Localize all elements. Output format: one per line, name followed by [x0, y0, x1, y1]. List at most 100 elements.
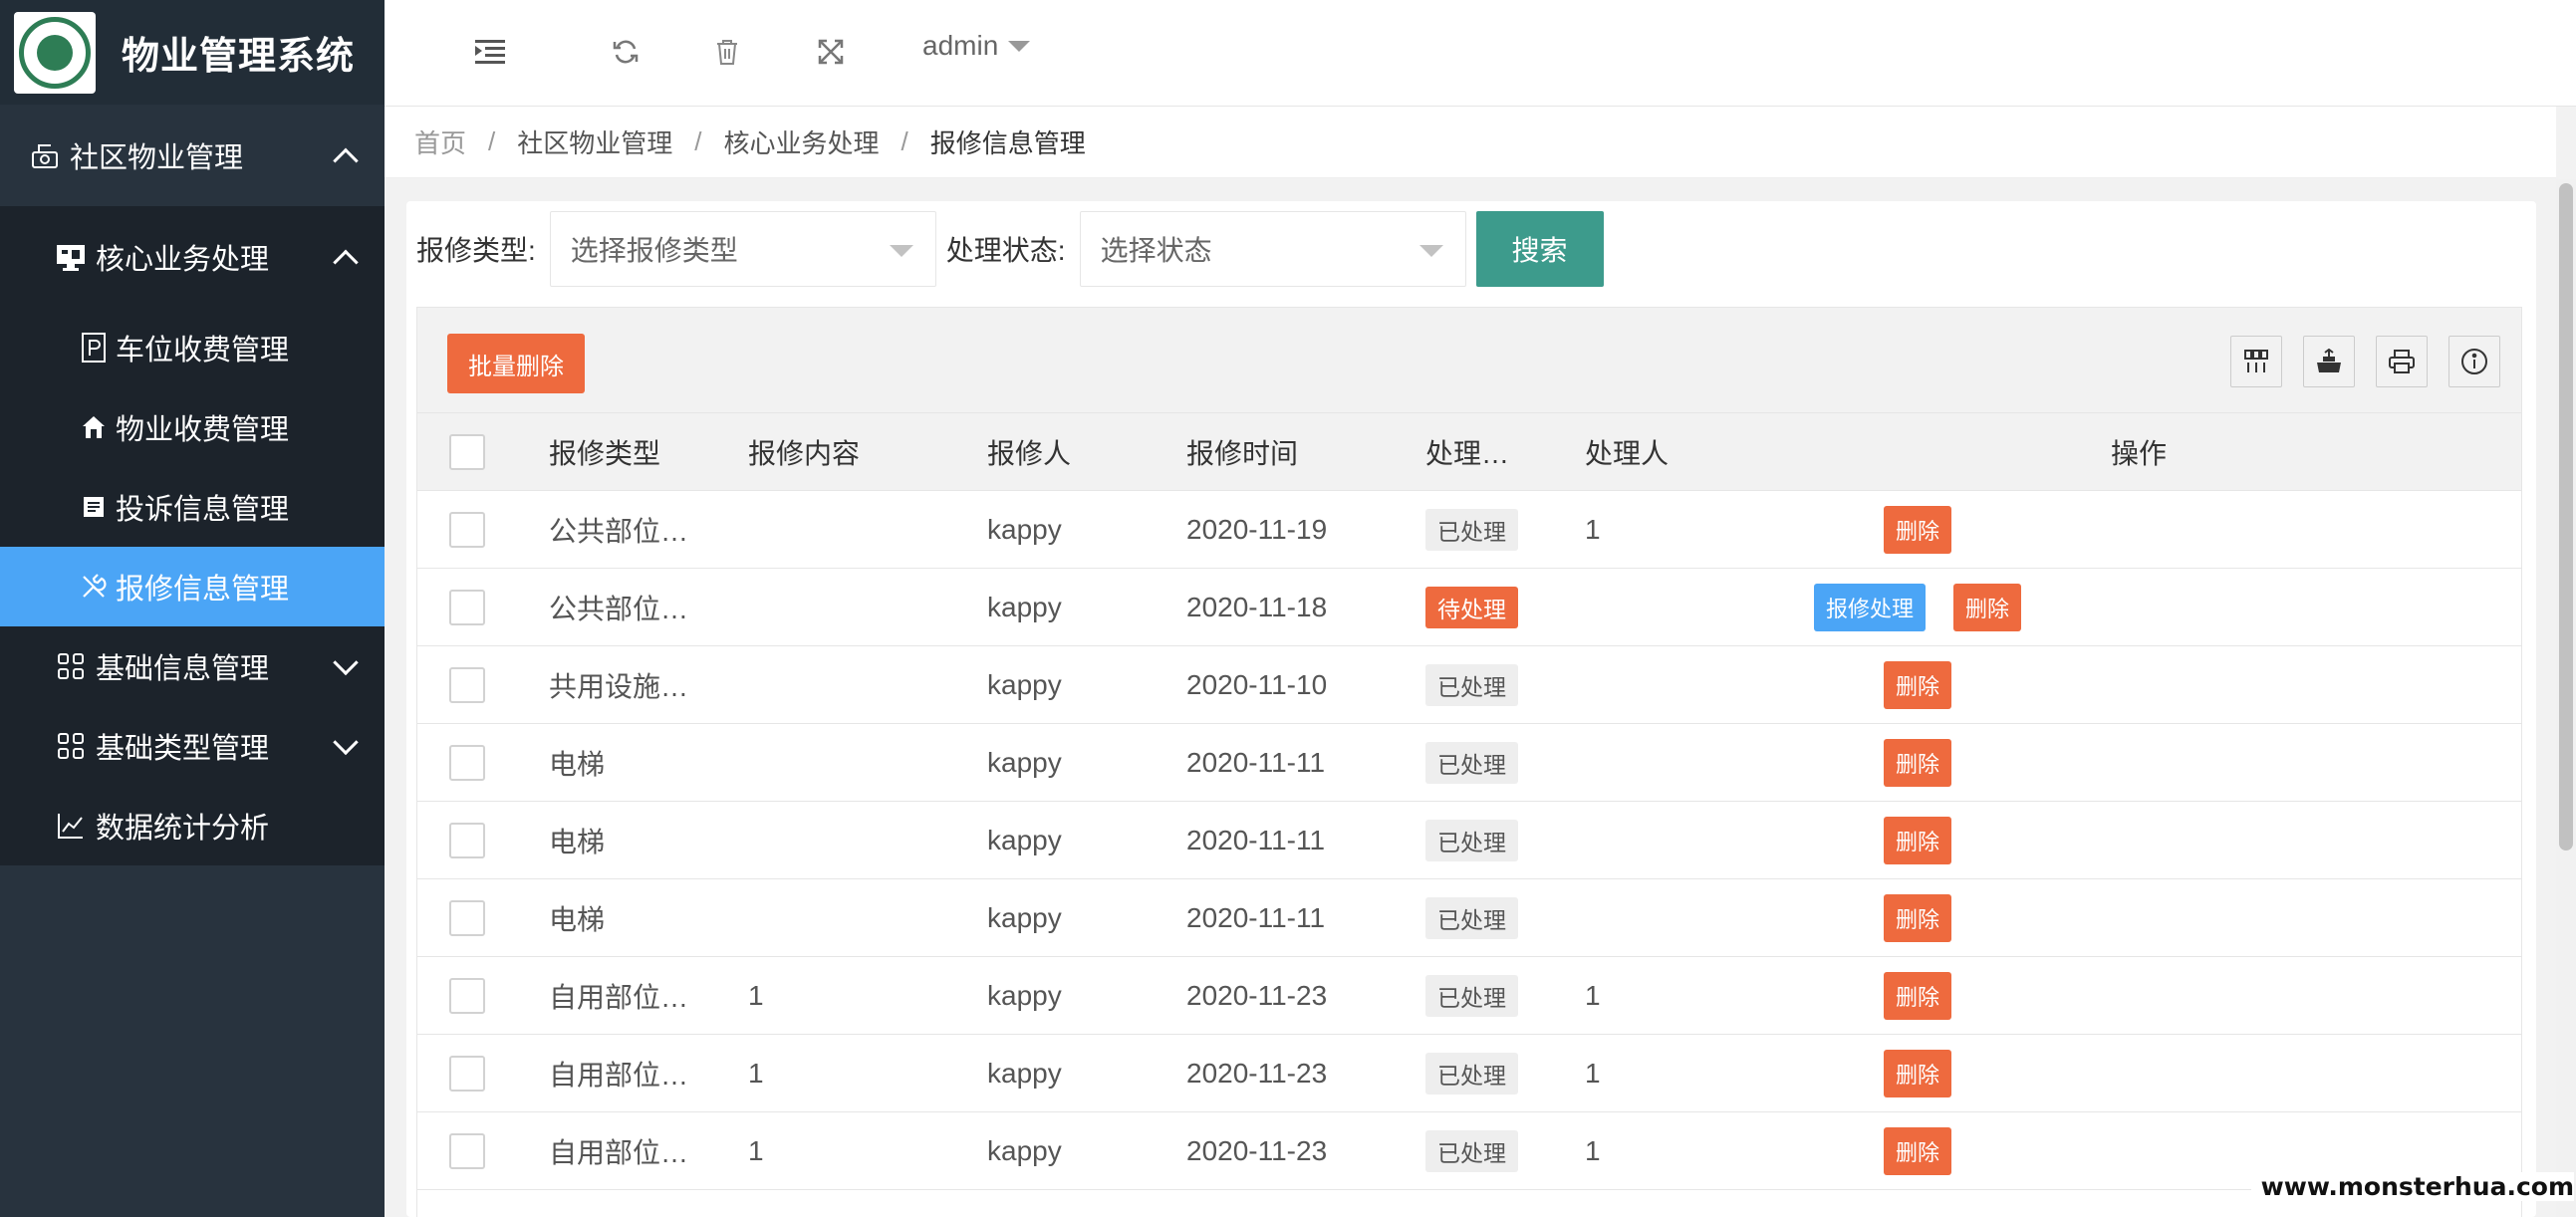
- breadcrumb-item[interactable]: 核心业务处理: [724, 123, 880, 160]
- tools-icon: [78, 571, 110, 603]
- select-all-cell: [449, 413, 485, 490]
- column-header-status[interactable]: 处理…: [1425, 413, 1509, 490]
- row-checkbox-cell: [449, 802, 485, 878]
- row-checkbox[interactable]: [449, 977, 485, 1014]
- search-form: 报修类型: 选择报修类型 处理状态: 选择状态 搜索: [416, 211, 1604, 287]
- cell-time: 2020-11-11: [1186, 901, 1326, 933]
- cell-person: kappy: [987, 979, 1062, 1011]
- select-placeholder: 选择报修类型: [570, 235, 738, 266]
- sidebar-item-property-fee[interactable]: 物业收费管理: [0, 387, 385, 467]
- column-header-handler[interactable]: 处理人: [1585, 413, 1669, 490]
- sidebar-item-label: 物业收费管理: [116, 414, 290, 446]
- username: admin: [922, 30, 999, 61]
- breadcrumb: 首页 / 社区物业管理 / 核心业务处理 / 报修信息管理: [385, 107, 2556, 178]
- home-camera-icon: [28, 138, 62, 172]
- repair-type-select[interactable]: 选择报修类型: [549, 211, 936, 287]
- main-card: 报修类型: 选择报修类型 处理状态: 选择状态 搜索 批量删除 报修类型 报修内…: [406, 201, 2536, 1217]
- delete-button[interactable]: 删除: [1883, 1049, 1951, 1097]
- fullscreen-icon[interactable]: [809, 30, 853, 74]
- column-header-type[interactable]: 报修类型: [549, 413, 660, 490]
- delete-button[interactable]: 删除: [1883, 505, 1951, 554]
- calendar-icon: [78, 491, 110, 523]
- select-all-checkbox[interactable]: [449, 433, 485, 470]
- trash-icon[interactable]: [705, 30, 749, 74]
- breadcrumb-home[interactable]: 首页: [414, 123, 466, 160]
- cell-time: 2020-11-11: [1186, 746, 1326, 778]
- row-checkbox[interactable]: [449, 1132, 485, 1169]
- row-checkbox[interactable]: [449, 589, 485, 625]
- cell-time: 2020-11-23: [1186, 979, 1328, 1011]
- sidebar-subgroup-core[interactable]: 核心业务处理: [0, 206, 385, 308]
- columns-filter-icon[interactable]: [2230, 336, 2282, 387]
- row-checkbox[interactable]: [449, 744, 485, 781]
- refresh-icon[interactable]: [604, 30, 647, 74]
- sidebar-item-label: 投诉信息管理: [116, 494, 290, 526]
- cell-time: 2020-11-23: [1186, 1057, 1328, 1089]
- delete-button[interactable]: 删除: [1953, 583, 2022, 631]
- sidebar-item-complaint[interactable]: 投诉信息管理: [0, 467, 385, 547]
- cell-person: kappy: [987, 746, 1062, 778]
- row-checkbox[interactable]: [449, 511, 485, 548]
- cell-person: kappy: [987, 591, 1062, 622]
- row-checkbox[interactable]: [449, 666, 485, 703]
- delete-button[interactable]: 删除: [1883, 660, 1951, 709]
- user-menu[interactable]: admin: [922, 30, 1031, 62]
- line-chart-icon: [56, 811, 86, 841]
- row-checkbox[interactable]: [449, 1055, 485, 1092]
- print-icon[interactable]: [2376, 336, 2428, 387]
- info-icon[interactable]: [2448, 336, 2500, 387]
- status-select[interactable]: 选择状态: [1079, 211, 1466, 287]
- delete-button[interactable]: 删除: [1883, 1126, 1951, 1175]
- column-header-time[interactable]: 报修时间: [1186, 413, 1298, 490]
- sidebar-item-parking[interactable]: 车位收费管理: [0, 308, 385, 387]
- table-row: 电梯 kappy 2020-11-11 已处理 删除: [417, 724, 2521, 802]
- column-header-actions: 操作: [2111, 437, 2168, 469]
- logo-image: [14, 11, 96, 94]
- breadcrumb-current: 报修信息管理: [929, 128, 1086, 158]
- row-checkbox[interactable]: [449, 899, 485, 936]
- row-checkbox[interactable]: [449, 822, 485, 858]
- table-row: 电梯 kappy 2020-11-11 已处理 删除: [417, 802, 2521, 879]
- column-header-person[interactable]: 报修人: [987, 413, 1071, 490]
- row-checkbox-cell: [449, 879, 485, 956]
- export-icon[interactable]: [2303, 336, 2355, 387]
- menu-collapse-icon[interactable]: [468, 30, 512, 74]
- column-header-content[interactable]: 报修内容: [748, 413, 860, 490]
- cell-person: kappy: [987, 1134, 1062, 1166]
- breadcrumb-separator: /: [488, 126, 496, 156]
- delete-button[interactable]: 删除: [1883, 971, 1951, 1020]
- cell-content: 1: [748, 1134, 764, 1166]
- sidebar-group-basic-type[interactable]: 基础类型管理: [0, 706, 385, 786]
- caret-down-icon: [1008, 40, 1031, 52]
- delete-button[interactable]: 删除: [1883, 816, 1951, 864]
- cell-time: 2020-11-10: [1186, 668, 1328, 700]
- table-row: 公共部位… kappy 2020-11-18 待处理 报修处理 删除: [417, 569, 2521, 646]
- select-placeholder: 选择状态: [1100, 235, 1212, 266]
- search-button[interactable]: 搜索: [1475, 211, 1604, 287]
- table-row: 共用设施… kappy 2020-11-10 已处理 删除: [417, 646, 2521, 724]
- cell-type: 共用设施…: [549, 670, 689, 702]
- table-row: 自用部位… 1 kappy 2020-11-23 已处理 1 删除: [417, 1112, 2521, 1190]
- cell-person: kappy: [987, 824, 1062, 855]
- sidebar-group-label: 数据统计分析: [96, 813, 270, 845]
- batch-delete-button[interactable]: 批量删除: [447, 334, 585, 393]
- breadcrumb-item[interactable]: 社区物业管理: [517, 123, 672, 160]
- sidebar-group-basic-info[interactable]: 基础信息管理: [0, 626, 385, 706]
- process-button[interactable]: 报修处理: [1813, 583, 1926, 631]
- sidebar-item-repair[interactable]: 报修信息管理: [0, 547, 385, 626]
- dropdown-arrow-icon: [1418, 245, 1443, 257]
- breadcrumb-separator: /: [901, 126, 908, 156]
- sidebar-group-stats[interactable]: 数据统计分析: [0, 786, 385, 865]
- table-row: 电梯 kappy 2020-11-11 已处理 删除: [417, 879, 2521, 957]
- data-table: 批量删除 报修类型 报修内容 报修人 报修时间 处理… 处理人 操作 公共部位……: [416, 307, 2522, 1217]
- sidebar-group-community[interactable]: 社区物业管理: [0, 105, 385, 206]
- cell-person: kappy: [987, 901, 1062, 933]
- page-scrollbar[interactable]: [2556, 179, 2576, 1217]
- table-body: 公共部位… kappy 2020-11-19 已处理 1 删除 公共部位… kappy 2020…: [417, 491, 2521, 1190]
- sidebar-item-label: 报修信息管理: [116, 574, 290, 606]
- delete-button[interactable]: 删除: [1883, 738, 1951, 787]
- delete-button[interactable]: 删除: [1883, 893, 1951, 942]
- cell-type: 自用部位…: [549, 1059, 689, 1091]
- row-checkbox-cell: [449, 646, 485, 723]
- chevron-up-icon: [333, 249, 359, 276]
